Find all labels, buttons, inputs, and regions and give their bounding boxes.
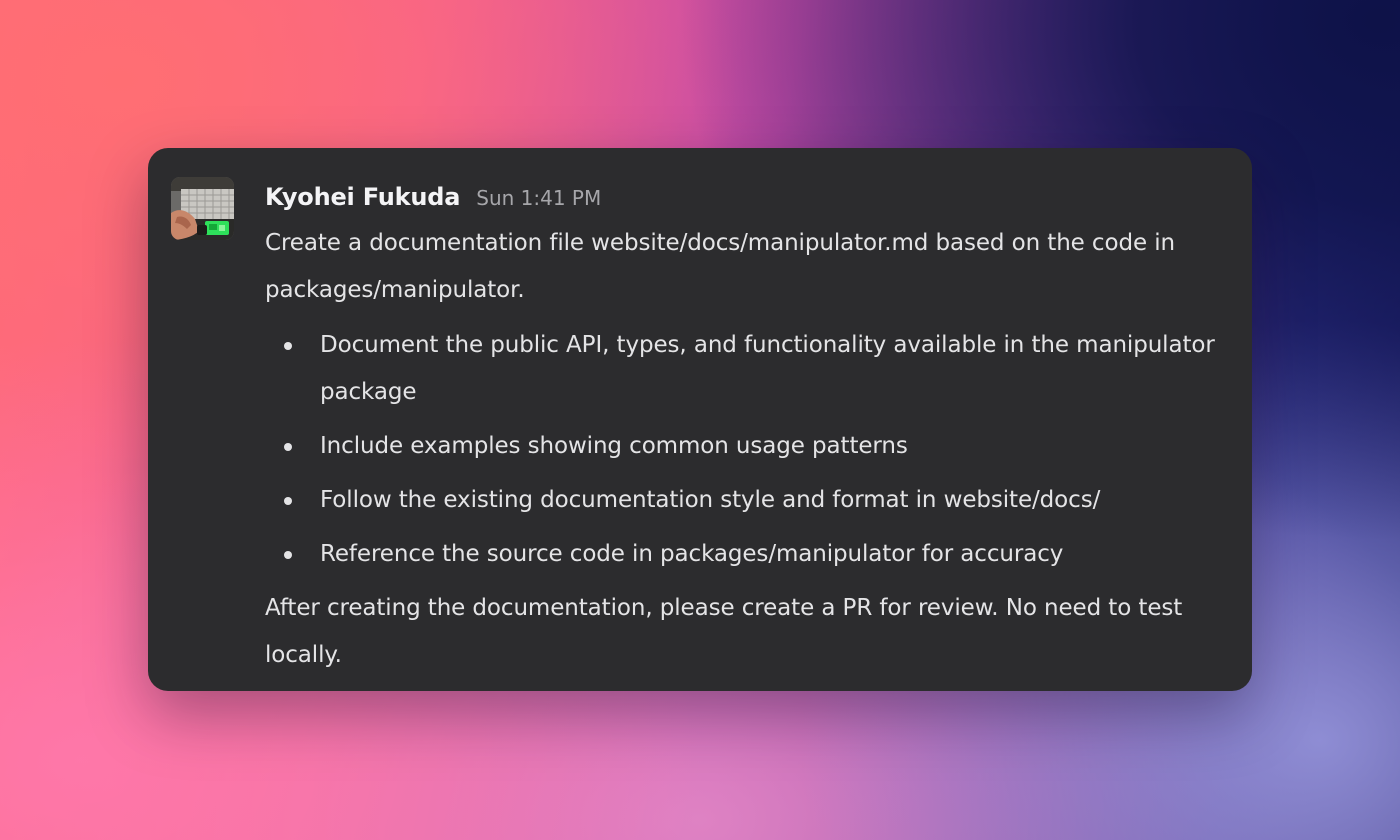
avatar[interactable]	[171, 177, 234, 240]
list-item-text: Include examples showing common usage pa…	[320, 433, 908, 459]
message-content: Kyohei Fukuda Sun 1:41 PM Create a docum…	[265, 178, 1225, 679]
list-item: Reference the source code in packages/ma…	[265, 531, 1225, 578]
message-card: Kyohei Fukuda Sun 1:41 PM Create a docum…	[148, 148, 1252, 691]
message-bullet-list: Document the public API, types, and func…	[265, 322, 1225, 578]
bullet-dot-icon	[284, 342, 292, 350]
list-item-text: Follow the existing documentation style …	[320, 487, 1101, 513]
bullet-dot-icon	[284, 551, 292, 559]
message-header: Kyohei Fukuda Sun 1:41 PM	[265, 178, 1225, 216]
user-photo-avatar-icon	[171, 177, 234, 240]
list-item-text: Reference the source code in packages/ma…	[320, 541, 1064, 567]
bullet-dot-icon	[284, 443, 292, 451]
list-item: Include examples showing common usage pa…	[265, 423, 1225, 470]
list-item-text: Document the public API, types, and func…	[320, 332, 1215, 405]
list-item: Document the public API, types, and func…	[265, 322, 1225, 416]
message-outro: After creating the documentation, please…	[265, 595, 1183, 668]
message-intro: Create a documentation file website/docs…	[265, 230, 1175, 303]
message-timestamp[interactable]: Sun 1:41 PM	[476, 179, 601, 217]
list-item: Follow the existing documentation style …	[265, 477, 1225, 524]
bullet-dot-icon	[284, 497, 292, 505]
author-name[interactable]: Kyohei Fukuda	[265, 178, 460, 216]
